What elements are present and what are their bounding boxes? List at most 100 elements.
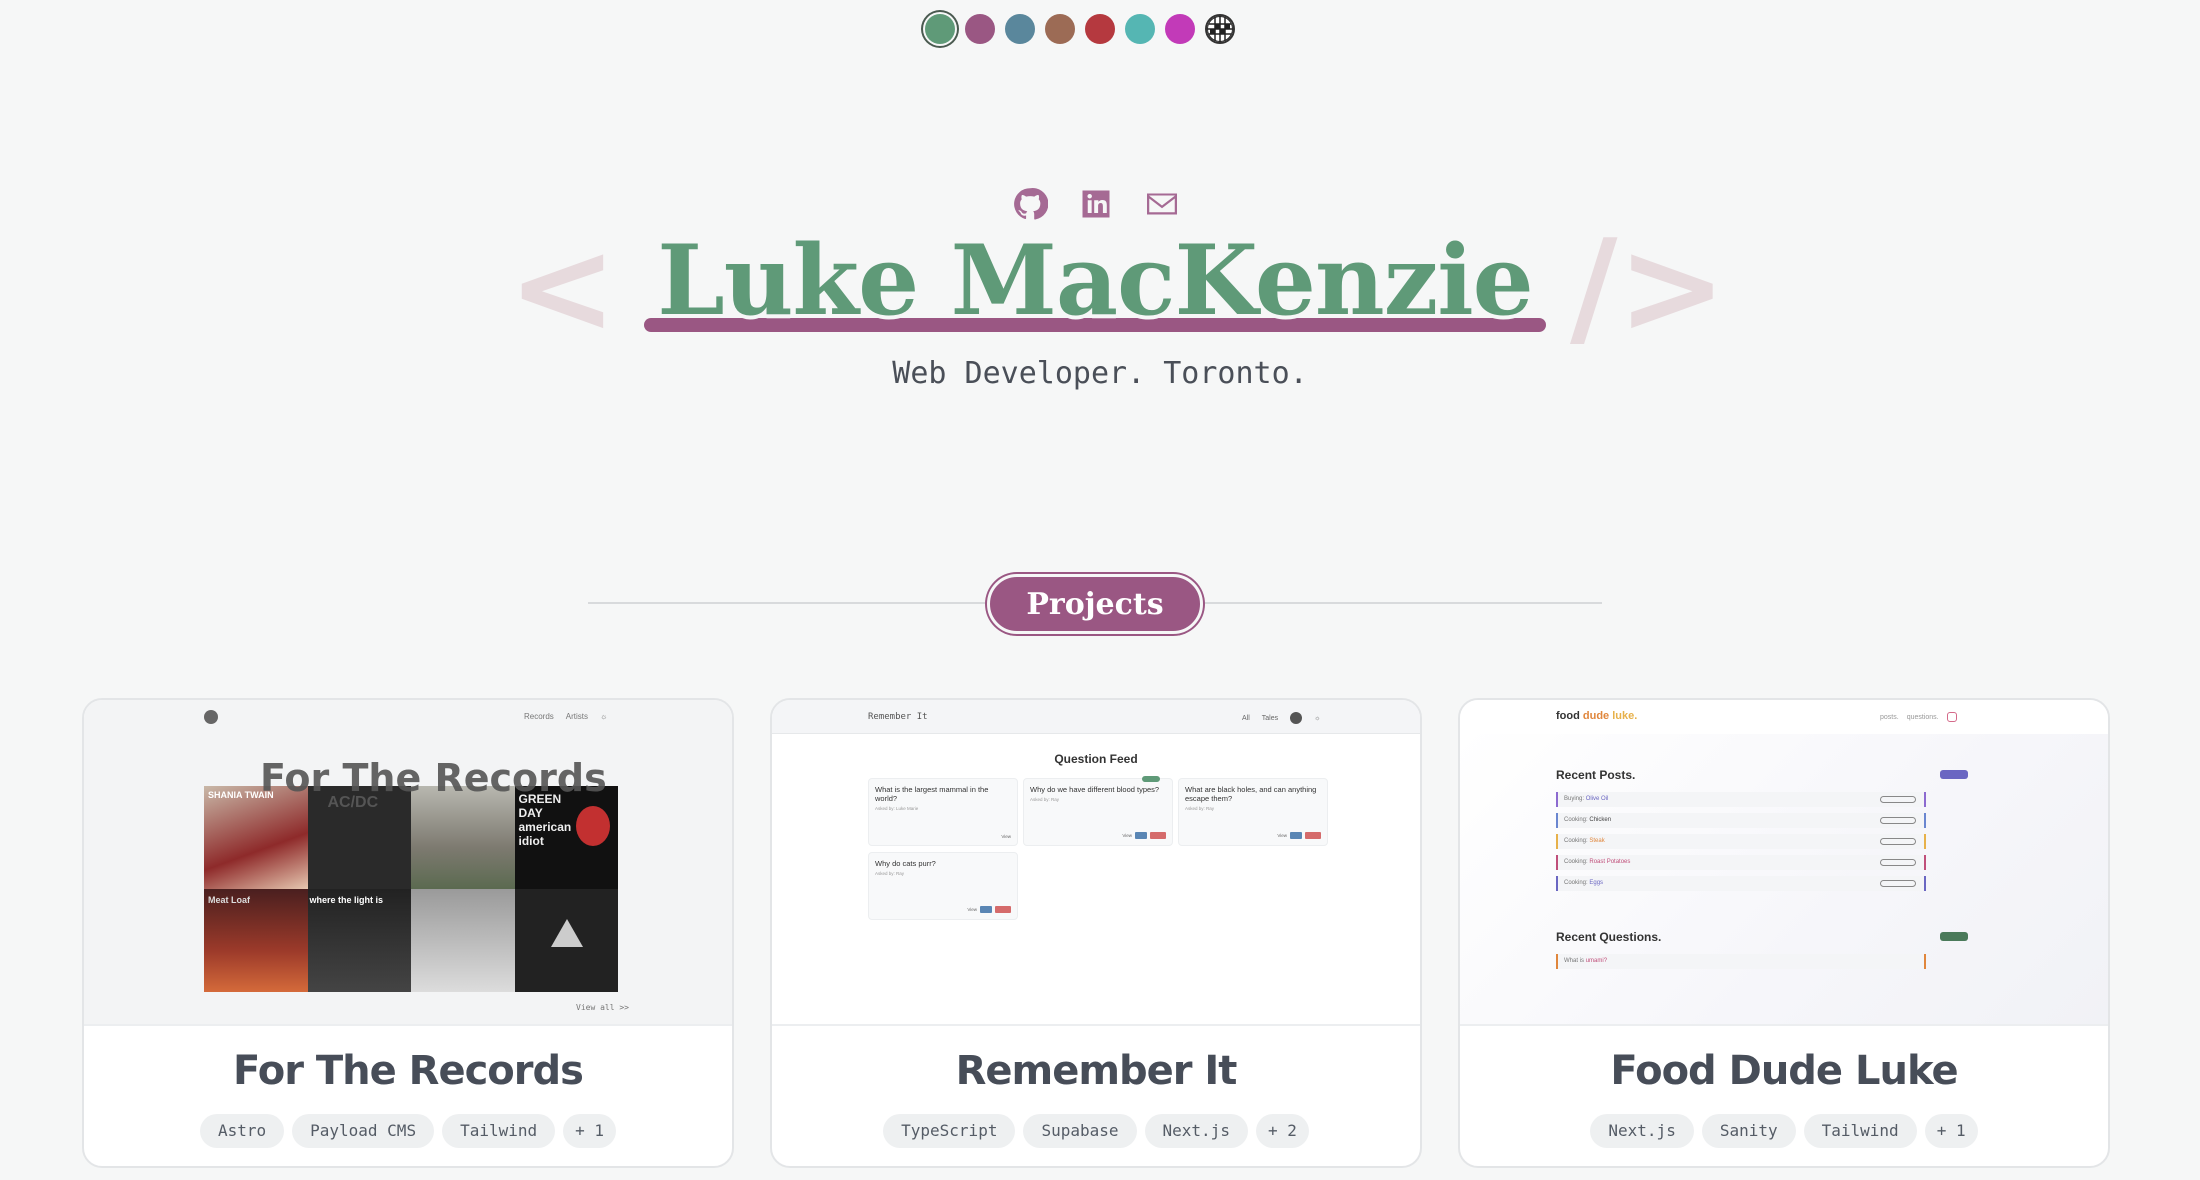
theme-swatch-brown[interactable] [1045, 14, 1075, 44]
question-text: What is the largest mammal in the world? [875, 785, 989, 803]
project-preview: Records Artists ☼ SHANIA TWAIN AC/DC GRE… [84, 700, 732, 1026]
question-card: What is the largest mammal in the world?… [868, 778, 1018, 846]
post-prefix: Cooking: [1564, 838, 1588, 844]
post-item: Eggs [1589, 880, 1604, 886]
disco-ball-icon[interactable] [1205, 14, 1235, 44]
tech-tag: Supabase [1023, 1114, 1137, 1148]
project-card-remember-it[interactable]: Remember It All Tales ☼ Question Feed Wh… [770, 698, 1422, 1168]
tag-pill [1880, 817, 1916, 824]
post-prefix: Cooking: [1564, 880, 1588, 886]
avatar [1290, 712, 1303, 724]
album-cover: where the light is [307, 889, 411, 992]
preview-nav-item: posts. [1880, 713, 1899, 721]
preview-body: Question Feed What is the largest mammal… [772, 734, 1420, 1024]
tech-tag: Sanity [1701, 1114, 1796, 1148]
tech-tag: TypeScript [883, 1114, 1016, 1148]
delete-button [995, 906, 1011, 913]
tag-pill [1880, 859, 1916, 866]
question-card: Why do cats purr? Asked by: Ray View [868, 852, 1018, 920]
theme-swatch-red[interactable] [1085, 14, 1115, 44]
post-prefix: Buying: [1564, 796, 1585, 802]
tech-tag: Astro [199, 1114, 285, 1148]
question-actions: View [967, 906, 1011, 913]
post-row: Cooking: Chicken [1556, 813, 1926, 828]
preview-heading: Recent Posts. [1556, 768, 1636, 782]
project-card-for-the-records[interactable]: Records Artists ☼ SHANIA TWAIN AC/DC GRE… [82, 698, 734, 1168]
post-item: Roast Potatoes [1589, 859, 1631, 865]
instagram-icon [1946, 712, 1957, 722]
album-title: GREEN DAY american idiot [518, 792, 572, 848]
edit-button [980, 906, 992, 913]
social-links [1012, 186, 1180, 222]
grenade-heart [576, 806, 610, 846]
album-cover [514, 889, 618, 992]
post-row: Cooking: Roast Potatoes [1556, 855, 1926, 870]
page-title: Luke MacKenzie [657, 224, 1534, 337]
preview-logo: food dude luke. [1556, 710, 1637, 722]
github-icon[interactable] [1012, 186, 1048, 222]
question-actions: View [1122, 832, 1166, 839]
view-all-link: View all >> [576, 1003, 629, 1012]
album-cover [411, 889, 515, 992]
view-label: View [967, 907, 977, 912]
tech-tags: Next.js Sanity Tailwind + 1 [1460, 1114, 2108, 1148]
post-item: Chicken [1589, 817, 1612, 823]
project-title: Food Dude Luke [1610, 1048, 1958, 1094]
post-item: Steak [1589, 838, 1605, 844]
album-cover [411, 786, 515, 889]
sun-icon: ☼ [1314, 714, 1321, 722]
delete-button [1305, 832, 1321, 839]
theme-picker [925, 14, 1235, 44]
logo-part: dude [1582, 710, 1613, 722]
preview-nav-item: Records [524, 712, 554, 721]
tech-tag-more: + 1 [563, 1114, 617, 1148]
linkedin-icon[interactable] [1078, 186, 1114, 222]
theme-swatch-green[interactable] [925, 14, 955, 44]
question-card: What are black holes, and can anything e… [1178, 778, 1328, 846]
tech-tag: Payload CMS [292, 1114, 435, 1148]
see-all-button [1940, 770, 1968, 779]
album-grid: SHANIA TWAIN AC/DC GREEN DAY american id… [204, 786, 618, 992]
site-logo-icon [204, 710, 218, 724]
code-bracket-close: /> [1570, 211, 1727, 363]
question-text: Why do we have different blood types? [1030, 785, 1160, 794]
theme-swatch-steel-blue[interactable] [1005, 14, 1035, 44]
preview-heading: Question Feed [1054, 752, 1138, 766]
preview-headline: For The Records [260, 756, 607, 800]
question-author: Asked by: Luke Marie [875, 806, 919, 811]
theme-swatch-teal[interactable] [1125, 14, 1155, 44]
sun-icon: ☼ [600, 712, 608, 721]
tech-tag-more: + 2 [1255, 1114, 1309, 1148]
preview-nav-item: All [1242, 714, 1250, 722]
theme-swatch-magenta[interactable] [1165, 14, 1195, 44]
preview-nav: posts. questions. [1880, 712, 1957, 722]
post-prefix: Cooking: [1564, 817, 1588, 823]
tag-pill [1880, 880, 1916, 887]
tag-pill [1880, 838, 1916, 845]
tech-tag: Tailwind [1803, 1114, 1917, 1148]
logo-part: luke. [1612, 710, 1638, 722]
project-card-food-dude-luke[interactable]: food dude luke. posts. questions. Recent… [1458, 698, 2110, 1168]
preview-nav-item: questions. [1906, 713, 1939, 721]
post-row: Cooking: Steak [1556, 834, 1926, 849]
tech-tag: Next.js [1144, 1114, 1248, 1148]
email-icon[interactable] [1144, 186, 1180, 222]
question-prefix: What is [1564, 958, 1585, 964]
project-title: For The Records [233, 1048, 584, 1094]
tagline: Web Developer. Toronto. [892, 356, 1308, 391]
logo-part: food [1556, 710, 1583, 722]
theme-swatch-plum[interactable] [965, 14, 995, 44]
album-title: where the light is [309, 895, 384, 905]
album-title: Meat Loaf [208, 895, 251, 905]
post-prefix: Cooking: [1564, 859, 1588, 865]
edit-button [1135, 832, 1147, 839]
preview-header: Remember It All Tales ☼ [772, 700, 1420, 734]
projects-heading[interactable]: Projects [987, 574, 1203, 634]
post-row: Buying: Olive Oil [1556, 792, 1926, 807]
view-label: View [1001, 834, 1011, 839]
view-label: View [1277, 833, 1287, 838]
preview-nav: Records Artists ☼ [524, 712, 607, 721]
album-cover: Meat Loaf [204, 889, 308, 992]
tech-tags: TypeScript Supabase Next.js + 2 [772, 1114, 1420, 1148]
tech-tag-more: + 1 [1924, 1114, 1978, 1148]
